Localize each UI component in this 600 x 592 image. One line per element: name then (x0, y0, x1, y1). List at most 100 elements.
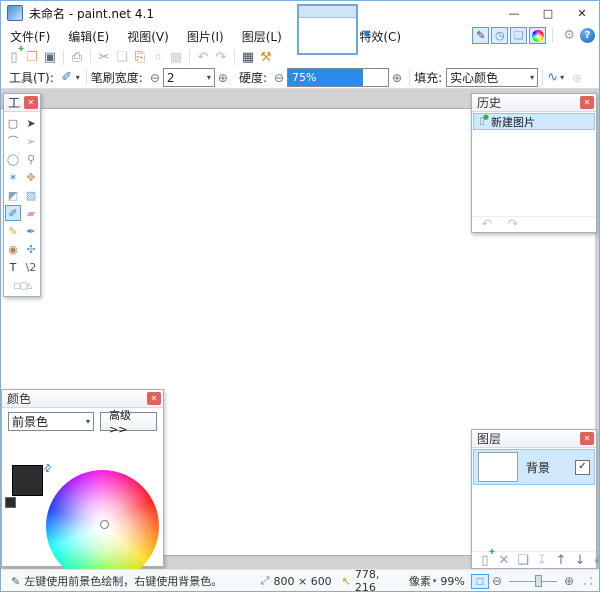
menu-item-2[interactable]: 视图(V) (118, 25, 178, 48)
menu-item-1[interactable]: 编辑(E) (59, 25, 118, 48)
pixel-grid-button[interactable]: ▦ (239, 48, 257, 66)
minimize-button[interactable]: — (497, 1, 531, 25)
image-tab-thumbnail[interactable] (297, 4, 358, 55)
eraser-tool[interactable]: ▰ (23, 205, 39, 221)
layer-visibility-checkbox[interactable]: ✓ (575, 460, 590, 475)
layers-panel-close-icon[interactable]: ✕ (580, 432, 594, 445)
move-selection-tool[interactable]: ➢ (23, 133, 39, 149)
print-button[interactable]: ⎙ (68, 48, 86, 66)
foreground-color-swatch[interactable] (12, 465, 43, 496)
unit-chevron-icon[interactable]: ▾ (433, 577, 437, 585)
color-wheel[interactable] (46, 470, 159, 583)
color-wheel-selector[interactable] (100, 520, 109, 529)
current-tool-button[interactable]: ✐ (58, 69, 76, 87)
colors-panel-title: 颜色 (7, 390, 31, 407)
color-mode-combobox[interactable]: 前景色▾ (8, 412, 94, 431)
undo-button[interactable]: ↶ (194, 48, 212, 66)
color-picker-tool[interactable]: ✒ (23, 223, 39, 239)
magic-wand-tool[interactable]: ✶ (5, 169, 21, 185)
text-tool[interactable]: T (5, 259, 21, 275)
menu-item-6[interactable]: 特效(C) (350, 25, 410, 48)
zoom-to-window-button[interactable]: ◻ (471, 574, 489, 589)
menu-item-0[interactable]: 文件(F) (1, 25, 59, 48)
toolbar-separator (189, 50, 190, 65)
resize-grip[interactable] (583, 576, 593, 586)
image-list-chevron-down-icon[interactable]: ▼ (363, 29, 371, 40)
layer-row-background[interactable]: 背景 ✓ (473, 449, 595, 485)
history-item[interactable]: ▯● 新建图片 (473, 113, 595, 130)
line-curve-tool[interactable]: \2 (23, 259, 39, 275)
colors-panel-toggle-icon[interactable] (529, 27, 546, 44)
save-button[interactable]: ▣ (41, 48, 59, 66)
curve-type-chevron-icon[interactable]: ▾ (560, 73, 564, 82)
utilities-button[interactable]: ⚒ (257, 48, 275, 66)
status-bar: ✎ 左键使用前景色绘制，右键使用背景色。 ⤢ 800 × 600 ↖ 778, … (1, 569, 599, 592)
cursor-position: 778, 216 (355, 568, 403, 592)
antialias-icon[interactable]: ⊕ (572, 71, 582, 85)
shapes-tool[interactable]: ▢◯△ (5, 277, 39, 293)
mini-color-swatch[interactable] (5, 497, 16, 508)
duplicate-layer-button[interactable]: ❏ (514, 551, 532, 569)
layers-panel-toggle-icon[interactable]: ❏ (510, 27, 527, 44)
lasso-select-tool[interactable]: ⌒ (5, 133, 21, 149)
brush-width-increase-icon[interactable]: ⊕ (218, 71, 228, 85)
status-pencil-icon: ✎ (11, 575, 20, 588)
brush-width-combobox[interactable]: 2▾ (163, 68, 215, 87)
pencil-tool[interactable]: ✎ (5, 223, 21, 239)
menu-item-3[interactable]: 图片(I) (178, 25, 233, 48)
move-layer-down-button[interactable]: ↓ (571, 551, 589, 569)
history-undo-icon[interactable]: ↶ (478, 216, 496, 234)
move-selected-pixels-tool[interactable]: ➤ (23, 115, 39, 131)
rectangle-select-tool[interactable]: ▢ (5, 115, 21, 131)
history-panel-toggle-icon[interactable]: ◷ (491, 27, 508, 44)
layer-properties-button[interactable]: ✐ (590, 551, 600, 569)
swap-colors-icon[interactable]: ⇄ (41, 462, 55, 476)
unit-selector[interactable]: 像素 (409, 573, 431, 589)
open-button[interactable]: ❐ (23, 48, 41, 66)
menu-item-4[interactable]: 图层(L) (233, 25, 291, 48)
hardness-slider-combobox[interactable]: 75% (287, 68, 389, 87)
help-icon[interactable]: ? (580, 28, 595, 43)
hardness-increase-icon[interactable]: ⊕ (392, 71, 402, 85)
delete-layer-button[interactable]: ✕ (495, 551, 513, 569)
tools-panel-close-icon[interactable]: ✕ (24, 96, 38, 109)
recolor-tool[interactable]: ✣ (23, 241, 39, 257)
pan-tool[interactable]: ✥ (23, 169, 39, 185)
zoom-tool[interactable]: ⚲ (23, 151, 39, 167)
redo-button[interactable]: ↷ (212, 48, 230, 66)
move-layer-up-button[interactable]: ↑ (552, 551, 570, 569)
clone-stamp-tool[interactable]: ◉ (5, 241, 21, 257)
maximize-button[interactable]: □ (531, 1, 565, 25)
colors-panel-close-icon[interactable]: ✕ (147, 392, 161, 405)
paintbrush-tool[interactable]: ✐ (5, 205, 21, 221)
colors-panel: 颜色 ✕ 前景色▾ 高级 >> ⇄ ■✚ ❐ ▾ (1, 389, 164, 567)
history-redo-icon[interactable]: ↷ (504, 216, 522, 234)
brush-width-decrease-icon[interactable]: ⊖ (150, 71, 160, 85)
zoom-slider[interactable] (509, 575, 557, 587)
merge-layer-down-button[interactable]: ↧ (533, 551, 551, 569)
current-tool-chevron-icon[interactable]: ▾ (76, 73, 80, 82)
zoom-out-icon[interactable]: ⊖ (492, 574, 502, 588)
gradient-tool[interactable]: ▨ (23, 187, 39, 203)
new-image-button[interactable]: ▯✚ (5, 48, 23, 66)
ellipse-select-tool[interactable]: ◯ (5, 151, 21, 167)
zoom-level[interactable]: 99% (440, 575, 464, 588)
settings-gear-icon[interactable]: ⚙ (563, 28, 575, 43)
copy-button[interactable]: ❏ (113, 48, 131, 66)
zoom-slider-thumb[interactable] (535, 575, 542, 587)
tools-panel-toggle-icon[interactable]: ✎ (472, 27, 489, 44)
fill-style-combobox[interactable]: 实心颜色▾ (446, 68, 538, 87)
paste-button[interactable]: ⎘ (131, 48, 149, 66)
close-button[interactable]: ✕ (565, 1, 599, 25)
crop-button[interactable]: ⌗ (149, 48, 167, 66)
advanced-colors-button[interactable]: 高级 >> (100, 412, 157, 431)
curve-type-icon[interactable]: ∿ (547, 70, 558, 85)
zoom-in-icon[interactable]: ⊕ (564, 574, 574, 588)
add-layer-button[interactable]: ▯✚ (476, 551, 494, 569)
hardness-decrease-icon[interactable]: ⊖ (274, 71, 284, 85)
paint-bucket-tool[interactable]: ◩ (5, 187, 21, 203)
cut-button[interactable]: ✂ (95, 48, 113, 66)
history-panel-close-icon[interactable]: ✕ (580, 96, 594, 109)
deselect-button[interactable]: ▦ (167, 48, 185, 66)
layers-footer: ▯✚✕❏↧↑↓✐ (472, 551, 596, 568)
